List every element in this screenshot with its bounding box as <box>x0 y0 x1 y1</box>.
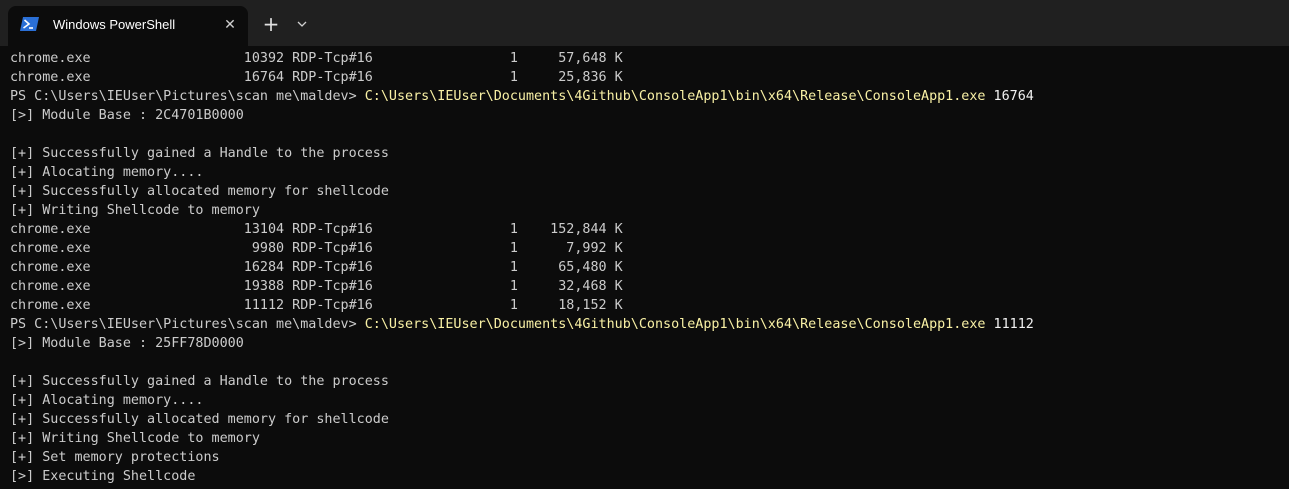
output-line: [+] Writing Shellcode to memory <box>10 203 260 218</box>
output-line: [+] Alocating memory.... <box>10 165 204 180</box>
output-line: [>] Executing Shellcode <box>10 469 196 484</box>
output-line: [>] Module Base : 2C4701B0000 <box>10 108 244 123</box>
output-line: [+] Successfully allocated memory for sh… <box>10 184 389 199</box>
command-argument: 16764 <box>985 89 1034 104</box>
output-line: chrome.exe 19388 RDP-Tcp#16 1 32,468 K <box>10 279 623 294</box>
prompt-line: PS C:\Users\IEUser\Pictures\scan me\mald… <box>10 315 1034 334</box>
title-bar: Windows PowerShell ✕ + <box>0 0 1289 46</box>
chevron-down-icon[interactable] <box>291 11 313 37</box>
output-line: chrome.exe 16764 RDP-Tcp#16 1 25,836 K <box>10 70 623 85</box>
output-line: chrome.exe 11112 RDP-Tcp#16 1 18,152 K <box>10 298 623 313</box>
powershell-window: Windows PowerShell ✕ + chrome.exe 10392 … <box>0 0 1289 489</box>
output-line: [+] Writing Shellcode to memory <box>10 431 260 446</box>
tab-windows-powershell[interactable]: Windows PowerShell ✕ <box>8 6 248 46</box>
output-line: chrome.exe 9980 RDP-Tcp#16 1 7,992 K <box>10 241 623 256</box>
output-line: [+] Successfully gained a Handle to the … <box>10 374 389 389</box>
console-output[interactable]: chrome.exe 10392 RDP-Tcp#16 1 57,648 K ch… <box>0 48 1289 489</box>
output-line: [+] Set memory protections <box>10 450 220 465</box>
output-line: [+] Successfully gained a Handle to the … <box>10 146 389 161</box>
close-icon[interactable]: ✕ <box>220 15 240 35</box>
output-line: [+] Alocating memory.... <box>10 393 204 408</box>
output-line: [+] Successfully allocated memory for sh… <box>10 412 389 427</box>
powershell-icon <box>20 16 40 32</box>
prompt: PS C:\Users\IEUser\Pictures\scan me\mald… <box>10 89 365 104</box>
output-line: chrome.exe 16284 RDP-Tcp#16 1 65,480 K <box>10 260 623 275</box>
tab-title: Windows PowerShell <box>53 17 176 32</box>
prompt: PS C:\Users\IEUser\Pictures\scan me\mald… <box>10 317 365 332</box>
output-line: chrome.exe 10392 RDP-Tcp#16 1 57,648 K <box>10 51 623 66</box>
prompt-line: PS C:\Users\IEUser\Pictures\scan me\mald… <box>10 87 1034 106</box>
output-line: chrome.exe 13104 RDP-Tcp#16 1 152,844 K <box>10 222 623 237</box>
command-path: C:\Users\IEUser\Documents\4Github\Consol… <box>364 317 986 332</box>
output-line: [>] Module Base : 25FF78D0000 <box>10 336 244 351</box>
command-path: C:\Users\IEUser\Documents\4Github\Consol… <box>364 89 986 104</box>
command-argument: 11112 <box>985 317 1034 332</box>
plus-icon[interactable]: + <box>258 11 284 37</box>
